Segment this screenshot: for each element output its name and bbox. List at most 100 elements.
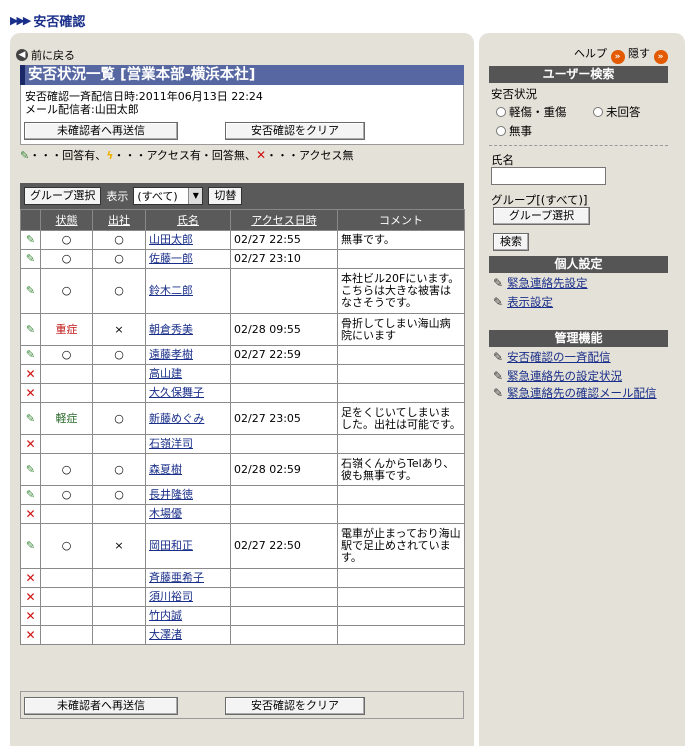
table-row: ✎ ○ ○ 鈴木二郎 本社ビル20Fにいます。こちらは大きな被害はなさそうです。 bbox=[20, 268, 465, 314]
resend-button[interactable]: 未確認者へ再送信 bbox=[24, 122, 178, 140]
clear-button-bottom[interactable]: 安否確認をクリア bbox=[225, 697, 365, 715]
group-select-button[interactable]: グループ選択 bbox=[24, 187, 102, 205]
cell-name: 新藤めぐみ bbox=[145, 402, 231, 435]
switch-button[interactable]: 切替 bbox=[208, 187, 243, 205]
chevron-down-icon: ▼ bbox=[188, 188, 203, 204]
sidebar-item-broadcast[interactable]: ✎ 安否確認の一斉配信 bbox=[493, 349, 611, 365]
user-name-link[interactable]: 木場優 bbox=[149, 507, 182, 520]
user-name-link[interactable]: 鈴木二郎 bbox=[149, 284, 193, 297]
cell-comment bbox=[337, 606, 465, 626]
sidebar-item-display-settings[interactable]: ✎ 表示設定 bbox=[493, 294, 553, 310]
clear-button[interactable]: 安否確認をクリア bbox=[225, 122, 365, 140]
admin-heading: 管理機能 bbox=[489, 330, 668, 347]
cross-icon: ✕ bbox=[25, 506, 36, 521]
sidebar-item-emergency-contact[interactable]: ✎ 緊急連絡先設定 bbox=[493, 275, 588, 291]
display-select-value: (すべて) bbox=[137, 190, 178, 203]
cell-comment bbox=[337, 249, 465, 269]
header-status[interactable]: 状態 bbox=[40, 209, 93, 231]
cell-comment bbox=[337, 383, 465, 403]
cell-status: 軽症 bbox=[40, 402, 93, 435]
pencil-icon: ✎ bbox=[25, 488, 36, 501]
user-name-link[interactable]: 新藤めぐみ bbox=[149, 412, 204, 425]
page-title: 安否状況一覧 [営業本部-横浜本社] bbox=[20, 65, 464, 85]
cell-name: 鈴木二郎 bbox=[145, 268, 231, 314]
header-office[interactable]: 出社 bbox=[92, 209, 146, 231]
link-contact-status[interactable]: 緊急連絡先の設定状況 bbox=[507, 369, 622, 383]
radio-unanswered-label: 未回答 bbox=[606, 105, 641, 119]
personal-settings-heading: 個人設定 bbox=[489, 256, 668, 273]
cell-name: 遠藤孝樹 bbox=[145, 345, 231, 365]
cell-status bbox=[40, 364, 93, 384]
legend-answered: ・・・回答有、 bbox=[29, 149, 107, 162]
cell-office: ○ bbox=[92, 230, 146, 250]
cell-office: × bbox=[92, 313, 146, 346]
help-link[interactable]: ヘルプ » 隠す » bbox=[574, 45, 668, 64]
sidebar-item-confirm-mail[interactable]: ✎ 緊急連絡先の確認メール配信 bbox=[493, 387, 663, 400]
user-name-link[interactable]: 長井隆徳 bbox=[149, 488, 193, 501]
user-name-link[interactable]: 石嶺洋司 bbox=[149, 437, 193, 450]
cell-access bbox=[230, 606, 338, 626]
table-row: ✕ 大久保舞子 bbox=[20, 383, 465, 403]
triple-arrow-icon: ▶▶▶ bbox=[10, 14, 31, 27]
legend-no-access: ・・・アクセス無 bbox=[266, 149, 354, 162]
user-name-link[interactable]: 佐藤一郎 bbox=[149, 252, 193, 265]
cell-access: 02/27 22:55 bbox=[230, 230, 338, 250]
pencil-icon: ✎ bbox=[493, 369, 504, 383]
name-input[interactable] bbox=[491, 167, 606, 185]
legend-no-answer: ・・・アクセス有・回答無、 bbox=[113, 149, 256, 162]
cell-office: ○ bbox=[92, 249, 146, 269]
radio-safe[interactable]: 無事 bbox=[496, 123, 532, 139]
cell-status bbox=[40, 625, 93, 645]
search-button[interactable]: 検索 bbox=[493, 233, 529, 251]
link-confirm-mail[interactable]: 緊急連絡先の確認メール配信 bbox=[507, 386, 657, 400]
sidebar-item-contact-status[interactable]: ✎ 緊急連絡先の設定状況 bbox=[493, 368, 622, 384]
cell-status bbox=[40, 383, 93, 403]
link-broadcast[interactable]: 安否確認の一斉配信 bbox=[507, 350, 611, 364]
user-name-link[interactable]: 遠藤孝樹 bbox=[149, 348, 193, 361]
cell-access bbox=[230, 364, 338, 384]
header-access[interactable]: アクセス日時 bbox=[230, 209, 338, 231]
cell-name: 須川裕司 bbox=[145, 587, 231, 607]
cell-status: ○ bbox=[40, 345, 93, 365]
cell-status bbox=[40, 606, 93, 626]
cell-status: ○ bbox=[40, 230, 93, 250]
user-name-link[interactable]: 斉藤亜希子 bbox=[149, 571, 204, 584]
user-name-link[interactable]: 大澤渚 bbox=[149, 628, 182, 641]
cell-comment: 電車が止まっており海山駅で足止めされています。 bbox=[337, 523, 465, 569]
user-name-link[interactable]: 森夏樹 bbox=[149, 463, 182, 476]
back-link[interactable]: ◀ 前に戻る bbox=[16, 47, 75, 63]
cell-access bbox=[230, 268, 338, 314]
cell-name: 佐藤一郎 bbox=[145, 249, 231, 269]
user-name-link[interactable]: 竹内誠 bbox=[149, 609, 182, 622]
table-row: ✎ ○ ○ 長井隆徳 bbox=[20, 485, 465, 505]
header-comment: コメント bbox=[337, 209, 465, 231]
sidebar-group-select-button[interactable]: グループ選択 bbox=[493, 207, 590, 225]
cell-access bbox=[230, 383, 338, 403]
cell-office bbox=[92, 504, 146, 524]
user-name-link[interactable]: 大久保舞子 bbox=[149, 386, 204, 399]
cell-access bbox=[230, 485, 338, 505]
user-name-link[interactable]: 須川裕司 bbox=[149, 590, 193, 603]
cell-access bbox=[230, 434, 338, 454]
user-name-link[interactable]: 朝倉秀美 bbox=[149, 323, 193, 336]
cell-comment: 足をくじいてしまいました。出社は可能です。 bbox=[337, 402, 465, 435]
cell-name: 木場優 bbox=[145, 504, 231, 524]
pencil-icon: ✎ bbox=[25, 252, 36, 265]
resend-button-bottom[interactable]: 未確認者へ再送信 bbox=[24, 697, 178, 715]
back-arrow-icon: ◀ bbox=[16, 49, 28, 61]
user-name-link[interactable]: 高山建 bbox=[149, 367, 182, 380]
radio-unanswered[interactable]: 未回答 bbox=[593, 104, 641, 120]
header-name[interactable]: 氏名 bbox=[145, 209, 231, 231]
cross-icon: ✕ bbox=[25, 385, 36, 400]
user-name-link[interactable]: 岡田和正 bbox=[149, 539, 193, 552]
cell-office bbox=[92, 383, 146, 403]
cell-comment bbox=[337, 625, 465, 645]
display-select[interactable]: (すべて) ▼ bbox=[133, 187, 204, 205]
cell-access bbox=[230, 568, 338, 588]
radio-injury[interactable]: 軽傷・重傷 bbox=[496, 104, 567, 120]
user-name-link[interactable]: 山田太郎 bbox=[149, 233, 193, 246]
link-display-settings[interactable]: 表示設定 bbox=[507, 295, 553, 309]
cross-icon: ✕ bbox=[25, 627, 36, 642]
link-emergency-contact[interactable]: 緊急連絡先設定 bbox=[507, 276, 588, 290]
cross-icon: ✕ bbox=[25, 589, 36, 604]
